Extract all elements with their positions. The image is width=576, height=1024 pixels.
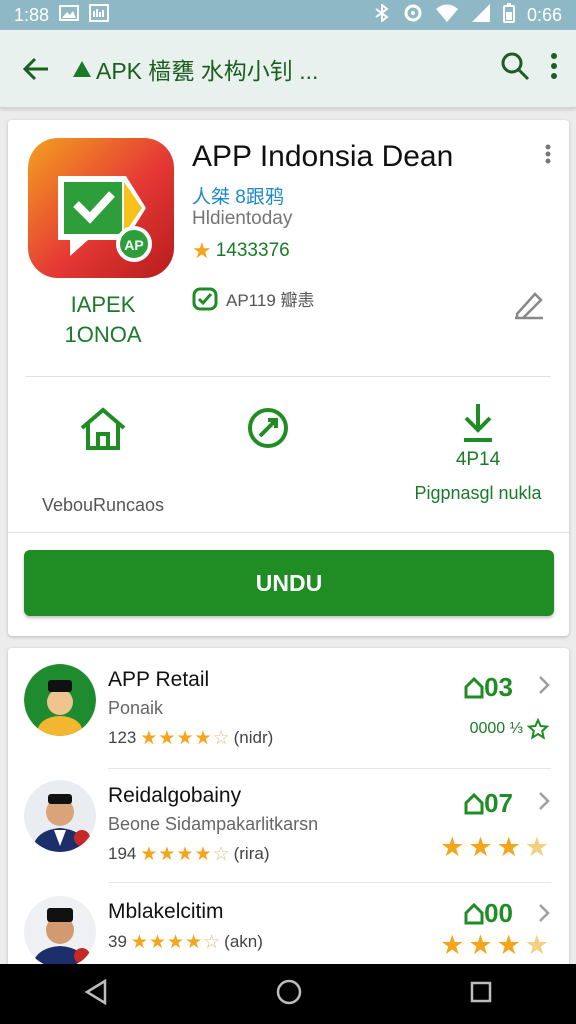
share-icon (248, 408, 288, 448)
chevron-right-icon (537, 790, 551, 817)
status-time: 1:88 (14, 4, 50, 25)
item-star-rating: ★ ★ ★ ★ (440, 832, 549, 862)
wifi-icon (435, 3, 459, 28)
item-title: APP Retail (108, 668, 210, 691)
back-arrow-icon (22, 57, 48, 80)
app-detail-card: AP IAPEK 1ONOA APP Indonsia Dean 人桀 8跟鸦 … (8, 120, 569, 636)
stat-download-label: Pigpnasgl nukla (414, 483, 542, 503)
avatar (24, 896, 96, 968)
item-meta: 39 ★ ★ ★ ★ ☆ (akn) (108, 931, 263, 953)
item-meta: 123 ★ ★ ★ ★ ☆ (nidr) (108, 727, 274, 749)
related-apps-list: APP Retail Ponaik 123 ★ ★ ★ ★ ☆ (nidr) 03 00… (8, 648, 569, 978)
divider (26, 376, 551, 377)
verified-check-icon (192, 287, 218, 310)
circle-home-icon (276, 979, 302, 1004)
rating-stars: ★ ★ ★ ★ ☆ (130, 931, 221, 953)
item-title: Mblakelcitim (108, 900, 224, 923)
data-saver-icon (403, 3, 423, 28)
item-badge: 07 (464, 788, 513, 820)
avatar (24, 664, 96, 736)
gallery-icon (89, 3, 110, 27)
app-logo: AP (28, 138, 174, 278)
search-icon (501, 52, 530, 81)
rating-stars: ★ ★ ★ ★ ☆ (140, 727, 230, 749)
status-bar: 1:88 0:66 (0, 0, 576, 30)
home-small-icon (464, 792, 484, 814)
pencil-icon (515, 292, 543, 320)
app-title: APP Indonsia Dean (192, 140, 454, 173)
rating-row: ★ 1433376 (192, 240, 290, 262)
stat-download[interactable]: 4P14 Pigpnasgl nukla (398, 402, 558, 504)
avatar (24, 780, 96, 852)
list-item[interactable]: APP Retail Ponaik 123 ★ ★ ★ ★ ☆ (nidr) 03 00… (8, 648, 569, 764)
divider (8, 532, 569, 533)
nav-recents-button[interactable] (470, 981, 492, 1008)
more-vert-icon (551, 53, 557, 79)
triangle-back-icon (84, 978, 107, 1005)
stat-download-value: 4P14 (455, 449, 501, 470)
app-more-button[interactable] (545, 144, 551, 169)
overflow-menu-button[interactable] (550, 52, 558, 85)
install-button[interactable]: UNDU (24, 550, 554, 616)
item-badge: 00 (464, 898, 513, 930)
verified-row: AP119 瓣恚 (192, 286, 315, 311)
chevron-right-icon (537, 674, 551, 701)
stat-home[interactable]: VebouRuncaos (28, 406, 178, 516)
more-vert-icon (545, 144, 551, 164)
rating-stars: ★ ★ ★ ★ ☆ (140, 843, 230, 865)
rating-count: 1433376 (215, 240, 290, 261)
toolbar-title: APK 樯甕 水构小钊 ... (72, 52, 318, 86)
verified-text: AP119 瓣恚 (226, 291, 315, 310)
edit-button[interactable] (511, 288, 547, 325)
back-button[interactable] (0, 30, 72, 108)
star-outline-icon (527, 718, 549, 740)
signal-icon (471, 3, 491, 28)
home-small-icon (464, 902, 484, 924)
search-button[interactable] (500, 51, 530, 86)
item-meta: 194 ★ ★ ★ ★ ☆ (rira) (108, 843, 270, 865)
svg-text:AP: AP (124, 237, 143, 253)
home-small-icon (464, 676, 484, 698)
square-recents-icon (470, 981, 492, 1002)
item-badge: 03 (464, 672, 513, 704)
app-bar: APK 樯甕 水构小钊 ... (0, 30, 576, 108)
item-subtitle: Ponaik (108, 698, 164, 718)
download-icon (464, 404, 492, 442)
battery-time: 0:66 (526, 4, 562, 25)
item-extra: 0000 ⅓ (470, 718, 549, 740)
list-item[interactable]: Reidalgobainy Beone Sidampakarlitkarsn 1… (8, 764, 569, 880)
developer-link[interactable]: 人桀 8跟鸦 (192, 182, 284, 209)
developer-tag-line1: IAPEK (70, 292, 136, 317)
item-title: Reidalgobainy (108, 784, 242, 807)
stat-share[interactable] (218, 406, 318, 455)
app-category: Hldientoday (192, 208, 293, 229)
bluetooth-icon (373, 2, 391, 27)
nav-home-button[interactable] (276, 979, 302, 1010)
system-nav-bar (0, 964, 576, 1024)
item-subtitle: Beone Sidampakarlitkarsn (108, 814, 319, 834)
star-icon: ★ (192, 238, 212, 263)
warning-icon (73, 60, 91, 77)
home-icon (80, 407, 126, 450)
item-star-rating: ★ ★ ★ ★ (440, 930, 549, 960)
stat-home-label: VebouRuncaos (41, 495, 165, 515)
image-icon (59, 4, 80, 26)
chevron-right-icon (537, 902, 551, 929)
nav-back-button[interactable] (84, 978, 108, 1010)
developer-tag-line2: 1ONOA (64, 322, 142, 347)
battery-icon (502, 2, 515, 28)
